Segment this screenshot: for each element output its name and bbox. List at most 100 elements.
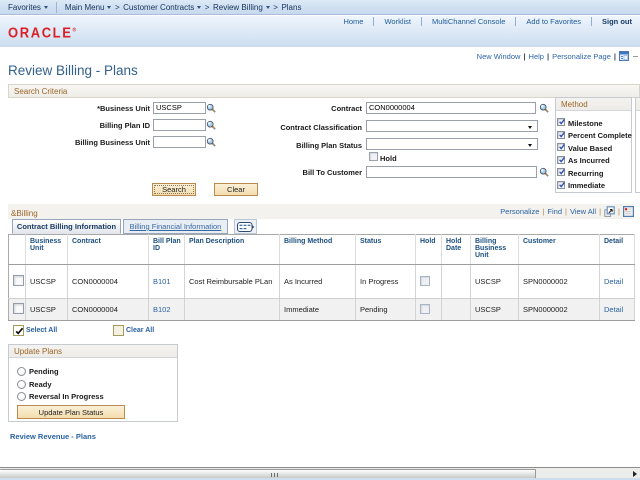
breadcrumb: Favorites Main Menu > Customer Contracts… — [0, 0, 640, 15]
contract-classification-label: Contract Classification — [262, 123, 362, 132]
hold-label: Hold — [380, 154, 397, 163]
multichannel-console-link[interactable]: MultiChannel Console — [432, 17, 505, 26]
row1-business-unit: USCSP — [26, 265, 68, 299]
select-all-checkbox[interactable] — [13, 325, 24, 336]
row1-billing-business-unit: USCSP — [471, 265, 519, 299]
chevron-down-icon — [107, 6, 111, 9]
review-revenue-plans-link[interactable]: Review Revenue - Plans — [10, 432, 96, 441]
method-checkbox-immediate[interactable] — [557, 181, 565, 189]
row2-bill-plan-id-link[interactable]: B102 — [153, 305, 171, 314]
billing-plan-status-select[interactable] — [366, 138, 538, 150]
clear-all-link[interactable]: Clear All — [126, 327, 154, 334]
personalize-page-link[interactable]: Personalize Page — [552, 52, 611, 61]
bill-to-customer-lookup-icon[interactable] — [539, 167, 550, 178]
row2-hold-checkbox — [420, 304, 430, 314]
breadcrumb-separator: > — [273, 3, 278, 12]
breadcrumb-main-menu[interactable]: Main Menu — [65, 3, 112, 12]
row1-bill-plan-id-link[interactable]: B101 — [153, 277, 171, 286]
row2-customer: SPN0000002 — [519, 299, 600, 321]
row1-detail-link[interactable]: Detail — [604, 277, 623, 286]
method-checkbox-percent-complete[interactable] — [557, 131, 565, 139]
col-hold-date: Hold Date — [442, 235, 471, 265]
billing-plan-id-lookup-icon[interactable] — [206, 120, 217, 131]
toolbar-separator: | — [599, 207, 601, 216]
partial-groupbox — [635, 97, 640, 193]
zoom-grid-icon[interactable] — [604, 206, 615, 217]
search-button[interactable]: Search — [152, 183, 196, 196]
add-to-favorites-link[interactable]: Add to Favorites — [526, 17, 581, 26]
method-checkbox-milestone[interactable] — [557, 118, 565, 126]
worklist-link[interactable]: Worklist — [384, 17, 411, 26]
clear-all-checkbox[interactable] — [113, 325, 124, 336]
contract-input[interactable]: CON0000004 — [366, 102, 536, 114]
contract-classification-select[interactable] — [366, 120, 538, 132]
radio-ready[interactable] — [17, 380, 26, 389]
sign-out-link[interactable]: Sign out — [602, 17, 632, 26]
row1-select-checkbox[interactable] — [13, 275, 24, 286]
copy-url-icon[interactable] — [619, 51, 629, 61]
business-unit-lookup-icon[interactable] — [206, 103, 217, 114]
row1-status: In Progress — [356, 265, 416, 299]
method-checkbox-recurring[interactable] — [557, 168, 565, 176]
billing-business-unit-lookup-icon[interactable] — [206, 137, 217, 148]
link-divider: | — [614, 52, 616, 61]
view-all-link[interactable]: View All — [570, 207, 596, 216]
billing-plan-id-label: Billing Plan ID — [60, 121, 150, 130]
grid-row-1: USCSP CON0000004 B101 Cost Reimbursable … — [9, 265, 635, 299]
grid-row-2: USCSP CON0000004 B102 Immediate Pending … — [9, 299, 635, 321]
col-billing-method: Billing Method — [280, 235, 356, 265]
home-link[interactable]: Home — [343, 17, 363, 26]
method-checkbox-value-based[interactable] — [557, 143, 565, 151]
bill-to-customer-input[interactable] — [366, 166, 537, 178]
update-plan-status-button[interactable]: Update Plan Status — [17, 405, 125, 419]
chevron-down-icon — [44, 6, 48, 9]
breadcrumb-separator: > — [205, 3, 210, 12]
billing-plan-id-input[interactable] — [153, 119, 206, 131]
breadcrumb-review-billing[interactable]: Review Billing — [213, 3, 270, 12]
select-all-link[interactable]: Select All — [26, 327, 57, 334]
billing-business-unit-input[interactable] — [153, 136, 206, 148]
radio-reversal-in-progress[interactable] — [17, 392, 26, 401]
page-title: Review Billing - Plans — [8, 63, 138, 78]
breadcrumb-favorites[interactable]: Favorites — [8, 3, 48, 12]
breadcrumb-customer-contracts[interactable]: Customer Contracts — [123, 3, 201, 12]
tab-contract-billing-information[interactable]: Contract Billing Information — [12, 219, 121, 234]
row2-billing-business-unit: USCSP — [471, 299, 519, 321]
clear-button[interactable]: Clear — [214, 183, 258, 196]
radio-label: Ready — [29, 380, 52, 389]
dash — [633, 56, 638, 57]
row1-contract: CON0000004 — [68, 265, 149, 299]
contract-lookup-icon[interactable] — [539, 103, 550, 114]
tab-show-all-columns[interactable] — [234, 219, 257, 234]
row2-select-checkbox[interactable] — [13, 303, 24, 314]
horizontal-scrollbar[interactable] — [0, 467, 640, 478]
business-unit-input[interactable]: USCSP — [153, 102, 206, 114]
hold-checkbox[interactable] — [369, 152, 378, 161]
header-links: Home Worklist MultiChannel Console Add t… — [343, 17, 632, 26]
personalize-link[interactable]: Personalize — [500, 207, 539, 216]
help-link[interactable]: Help — [529, 52, 544, 61]
link-divider — [591, 17, 592, 26]
method-label: As Incurred — [568, 156, 610, 165]
row2-status: Pending — [356, 299, 416, 321]
billing-plan-status-label: Billing Plan Status — [262, 141, 362, 150]
tab-billing-financial-information[interactable]: Billing Financial Information — [123, 219, 228, 234]
download-icon[interactable] — [623, 206, 634, 217]
radio-pending[interactable] — [17, 367, 26, 376]
link-divider: | — [547, 52, 549, 61]
new-window-link[interactable]: New Window — [477, 52, 521, 61]
chevron-down-icon — [266, 6, 270, 9]
show-all-columns-icon — [237, 222, 255, 232]
method-label: Recurring — [568, 169, 603, 178]
scrollbar-right-arrow[interactable] — [633, 471, 637, 477]
row2-detail-link[interactable]: Detail — [604, 305, 623, 314]
row1-customer: SPN0000002 — [519, 265, 600, 299]
link-divider — [515, 17, 516, 26]
breadcrumb-divider — [56, 2, 57, 13]
col-customer: Customer — [519, 235, 600, 265]
col-detail: Detail — [600, 235, 635, 265]
col-billing-business-unit: Billing Business Unit — [471, 235, 519, 265]
find-link[interactable]: Find — [547, 207, 562, 216]
method-checkbox-as-incurred[interactable] — [557, 156, 565, 164]
billing-grid: Business Unit Contract Bill Plan ID Plan… — [8, 234, 635, 321]
